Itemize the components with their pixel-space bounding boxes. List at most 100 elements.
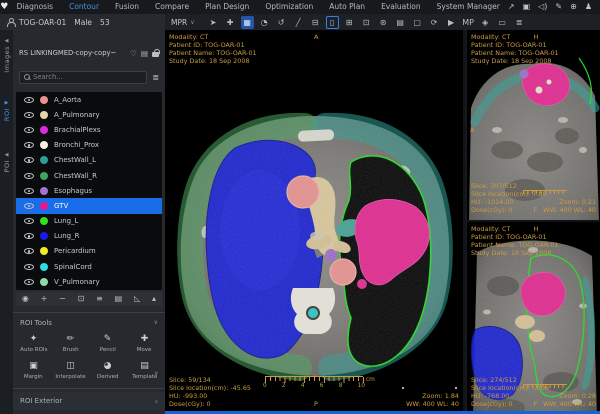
visibility-eye-icon[interactable]	[24, 97, 34, 103]
measure-tool-icon[interactable]: ╱	[292, 16, 305, 29]
visibility-eye-icon[interactable]	[24, 157, 34, 163]
lock-icon[interactable]	[152, 49, 159, 57]
roi-row[interactable]: Esophagus	[16, 183, 162, 198]
menu-fusion[interactable]: Fusion	[107, 0, 147, 14]
sidebar-content: RS LINKINGMED-copy-copy~ ♡ ▤ ≣ A	[13, 30, 165, 414]
visibility-eye-icon[interactable]	[24, 233, 34, 239]
menu-compare[interactable]: Compare	[147, 0, 197, 14]
visibility-eye-icon[interactable]	[24, 218, 34, 224]
roi-row[interactable]: ChestWall_L	[16, 153, 162, 168]
roi-name: Pericardium	[54, 247, 96, 255]
menu-contour[interactable]: Contour	[61, 0, 107, 14]
panel-icon[interactable]: ▭	[496, 16, 509, 29]
collapse-icon[interactable]: ▴	[152, 292, 156, 306]
visibility-eye-icon[interactable]	[24, 279, 34, 285]
roi-row[interactable]: BrachialPlexs	[16, 122, 162, 137]
move-tool[interactable]: ✚ Move	[126, 330, 163, 357]
menu-auto-plan[interactable]: Auto Plan	[321, 0, 373, 14]
roi-row[interactable]: Lung_R	[16, 229, 162, 244]
pan-tool-icon[interactable]: ✚	[224, 16, 237, 29]
roi-row[interactable]: SpinalCord	[16, 259, 162, 274]
mpr-dropdown[interactable]: MPR ∨	[171, 18, 195, 27]
sphere-view-icon[interactable]: ⊛	[377, 16, 390, 29]
menu-diagnosis[interactable]: Diagnosis	[9, 0, 61, 14]
roi-name: A_Pulmonary	[54, 111, 100, 119]
lock-view-icon[interactable]: ◈	[479, 16, 492, 29]
menu-optimization[interactable]: Optimization	[257, 0, 321, 14]
roi-row[interactable]: Bronchi_Prox	[16, 138, 162, 153]
roi-row[interactable]: Lung_L	[16, 214, 162, 229]
visibility-eye-icon[interactable]	[24, 112, 34, 118]
sidebar-tab-poi[interactable]: ◀ POI	[0, 152, 13, 172]
mip-icon[interactable]: MP	[462, 16, 475, 29]
brush-tool[interactable]: ✏ Brush	[52, 330, 89, 357]
copy-roi-icon[interactable]: ⊡	[78, 292, 85, 306]
pencil-tool[interactable]: ✎ Pencil	[89, 330, 126, 357]
play-icon[interactable]: ▶	[445, 16, 458, 29]
divider	[13, 388, 165, 389]
clipboard-icon[interactable]: ▤	[394, 16, 407, 29]
screenshot-camera-icon[interactable]: ▣	[523, 0, 531, 14]
toggle-visibility-icon[interactable]: ◉	[22, 292, 29, 306]
derived-tool[interactable]: ◕ Derived	[89, 357, 126, 384]
visibility-eye-icon[interactable]	[24, 203, 34, 209]
axial-overlay-header: Modality: CTPatient ID: TOG-OAR-01Patien…	[169, 33, 257, 65]
visibility-eye-icon[interactable]	[24, 264, 34, 270]
eraser-icon[interactable]: ◺	[134, 292, 140, 306]
report-icon[interactable]: ≣	[513, 16, 526, 29]
roi-row[interactable]: Pericardium	[16, 244, 162, 259]
remove-roi-icon[interactable]: −	[59, 292, 66, 306]
overlay-line: Study Date: 18 Sep 2008	[471, 57, 559, 65]
list-view-icon[interactable]: ≣	[152, 73, 159, 82]
sidebar-tab-images[interactable]: ◀ Images	[0, 38, 13, 73]
add-roi-icon[interactable]: +	[41, 292, 48, 306]
menu-system-manager[interactable]: System Manager	[429, 0, 508, 14]
sidebar-tab-roi[interactable]: ▶ ROI	[0, 100, 13, 121]
overlay-line: Slice: 307/512	[471, 182, 547, 190]
roi-row[interactable]: V_Pulmonary	[16, 274, 162, 289]
user-icon[interactable]: ♟	[585, 0, 592, 14]
roi-exterior-row[interactable]: ROI Exterior ›	[13, 392, 165, 410]
auto-rois-tool[interactable]: ✦ Auto ROIs	[15, 330, 52, 357]
favorite-heart-icon[interactable]: ♡	[130, 49, 137, 58]
refresh-icon[interactable]: ⟳	[428, 16, 441, 29]
axial-ct-image	[165, 30, 465, 414]
sagittal-viewport[interactable]: Modality: CTPatient ID: TOG-OAR-01Patien…	[467, 30, 600, 222]
search-input[interactable]	[33, 73, 142, 81]
axial-viewport[interactable]: Modality: CTPatient ID: TOG-OAR-01Patien…	[165, 30, 465, 414]
poi-marker	[455, 387, 457, 389]
visibility-eye-icon[interactable]	[24, 127, 34, 133]
roi-row[interactable]: A_Aorta	[16, 92, 162, 107]
menu-evaluation[interactable]: Evaluation	[373, 0, 429, 14]
crop-icon[interactable]: ▢	[411, 16, 424, 29]
visibility-eye-icon[interactable]	[24, 173, 34, 179]
margin-tool[interactable]: ▣ Margin	[15, 357, 52, 384]
layers-tool-icon[interactable]: ⊟	[309, 16, 322, 29]
interpolate-tool[interactable]: ◫ Interpolate	[52, 357, 89, 384]
template-chevron-icon[interactable]: ∨	[154, 370, 158, 377]
roi-row[interactable]: A_Pulmonary	[16, 107, 162, 122]
annotate-pencil-icon[interactable]: ✎	[555, 0, 562, 14]
coronal-viewport[interactable]: Modality: CTPatient ID: TOG-OAR-01Patien…	[467, 222, 600, 414]
pointer-tool-icon[interactable]: ➤	[207, 16, 220, 29]
rotate-tool-icon[interactable]: ↺	[275, 16, 288, 29]
visibility-eye-icon[interactable]	[24, 188, 34, 194]
menu-plan-design[interactable]: Plan Design	[197, 0, 257, 14]
visibility-eye-icon[interactable]	[24, 248, 34, 254]
windowing-tool-icon[interactable]: ▦	[241, 16, 254, 29]
roi-row[interactable]: GTV	[16, 198, 162, 213]
visibility-eye-icon[interactable]	[24, 142, 34, 148]
globe-icon[interactable]: ⊕	[570, 0, 577, 14]
zoom-tool-icon[interactable]: ◔	[258, 16, 271, 29]
stack-icon[interactable]: ▤	[115, 292, 123, 306]
export-document-icon[interactable]: ▤	[141, 49, 148, 58]
roi-tools-header[interactable]: ROI Tools ∨	[13, 316, 165, 329]
layout-grid-icon[interactable]: ⊞	[343, 16, 356, 29]
roi-row[interactable]: ChestWall_R	[16, 168, 162, 183]
volume-icon[interactable]: ◁)	[538, 0, 547, 14]
layers-icon[interactable]: ≡	[96, 292, 103, 306]
share-icon[interactable]: ↗	[508, 0, 515, 14]
layout-custom-icon[interactable]: ⊡	[360, 16, 373, 29]
layout-single-icon[interactable]: ▯	[326, 16, 339, 29]
roi-name: ChestWall_L	[54, 156, 96, 164]
